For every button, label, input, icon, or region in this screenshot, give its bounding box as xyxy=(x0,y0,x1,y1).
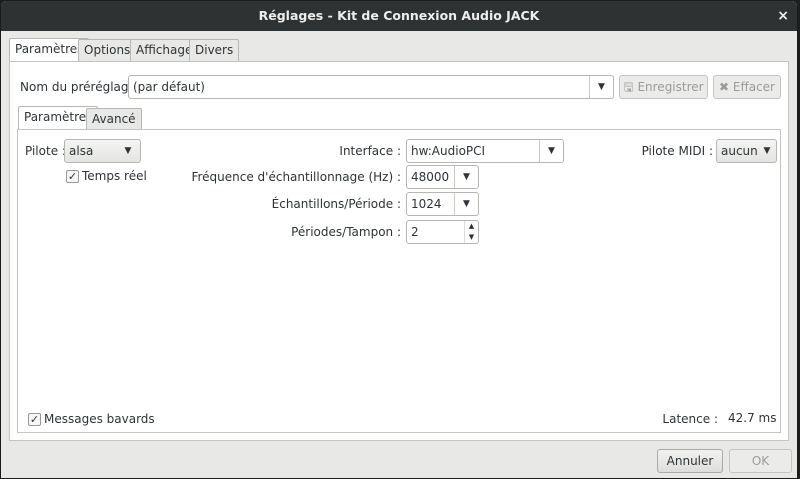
preset-value: (par défaut) xyxy=(133,80,205,94)
frames-combo[interactable]: 1024 ▼ xyxy=(406,192,479,216)
rate-combo[interactable]: 48000 ▼ xyxy=(406,165,479,189)
verbose-label: Messages bavards xyxy=(44,412,155,426)
midi-label: Pilote MIDI : xyxy=(641,144,713,158)
chevron-down-icon: ▼ xyxy=(454,166,478,188)
frames-label: Échantillons/Période : xyxy=(271,197,401,211)
realtime-checkbox[interactable]: ✓ xyxy=(66,170,79,183)
tab-avance[interactable]: Avancé xyxy=(86,108,142,130)
tab-options[interactable]: Options xyxy=(78,39,137,61)
interface-label: Interface : xyxy=(339,144,401,158)
chevron-down-icon: ▼ xyxy=(124,146,132,156)
settings-dialog: Réglages - Kit de Connexion Audio JACK ×… xyxy=(0,0,798,479)
floppy-icon: 🖫 xyxy=(623,80,634,94)
tab-divers[interactable]: Divers xyxy=(189,39,240,61)
preset-label: Nom du préréglage : xyxy=(20,80,144,94)
rate-label: Fréquence d'échantillonnage (Hz) : xyxy=(191,170,401,184)
spin-arrows-icon[interactable]: ▲ ▼ xyxy=(464,221,478,243)
periods-label: Périodes/Tampon : xyxy=(291,225,401,239)
chevron-down-icon: ▼ xyxy=(589,76,613,98)
cancel-button[interactable]: Annuler xyxy=(657,449,723,473)
driver-label: Pilote : xyxy=(25,144,66,158)
realtime-label: Temps réel xyxy=(82,169,147,183)
midi-combo[interactable]: aucun ▼ xyxy=(716,139,777,163)
chevron-down-icon: ▼ xyxy=(539,140,563,162)
ok-button[interactable]: OK xyxy=(729,449,792,473)
chevron-down-icon: ▼ xyxy=(763,146,771,156)
latency-label: Latence : xyxy=(662,412,718,426)
window-title: Réglages - Kit de Connexion Audio JACK xyxy=(258,8,540,23)
close-x-icon: ✖ xyxy=(718,80,730,94)
save-button[interactable]: 🖫 Enregistrer xyxy=(619,75,708,99)
interface-combo[interactable]: hw:AudioPCI ▼ xyxy=(406,139,564,163)
title-bar: Réglages - Kit de Connexion Audio JACK × xyxy=(1,1,797,31)
periods-spinbox[interactable]: 2 ▲ ▼ xyxy=(406,220,479,244)
delete-button[interactable]: ✖ Effacer xyxy=(713,75,781,99)
close-icon[interactable]: × xyxy=(777,1,789,31)
driver-combo[interactable]: alsa ▼ xyxy=(64,139,141,163)
latency-value: 42.7 ms xyxy=(728,411,777,425)
verbose-checkbox[interactable]: ✓ xyxy=(28,413,41,426)
chevron-down-icon: ▼ xyxy=(454,193,478,215)
preset-combo[interactable]: (par défaut) ▼ xyxy=(128,75,614,99)
